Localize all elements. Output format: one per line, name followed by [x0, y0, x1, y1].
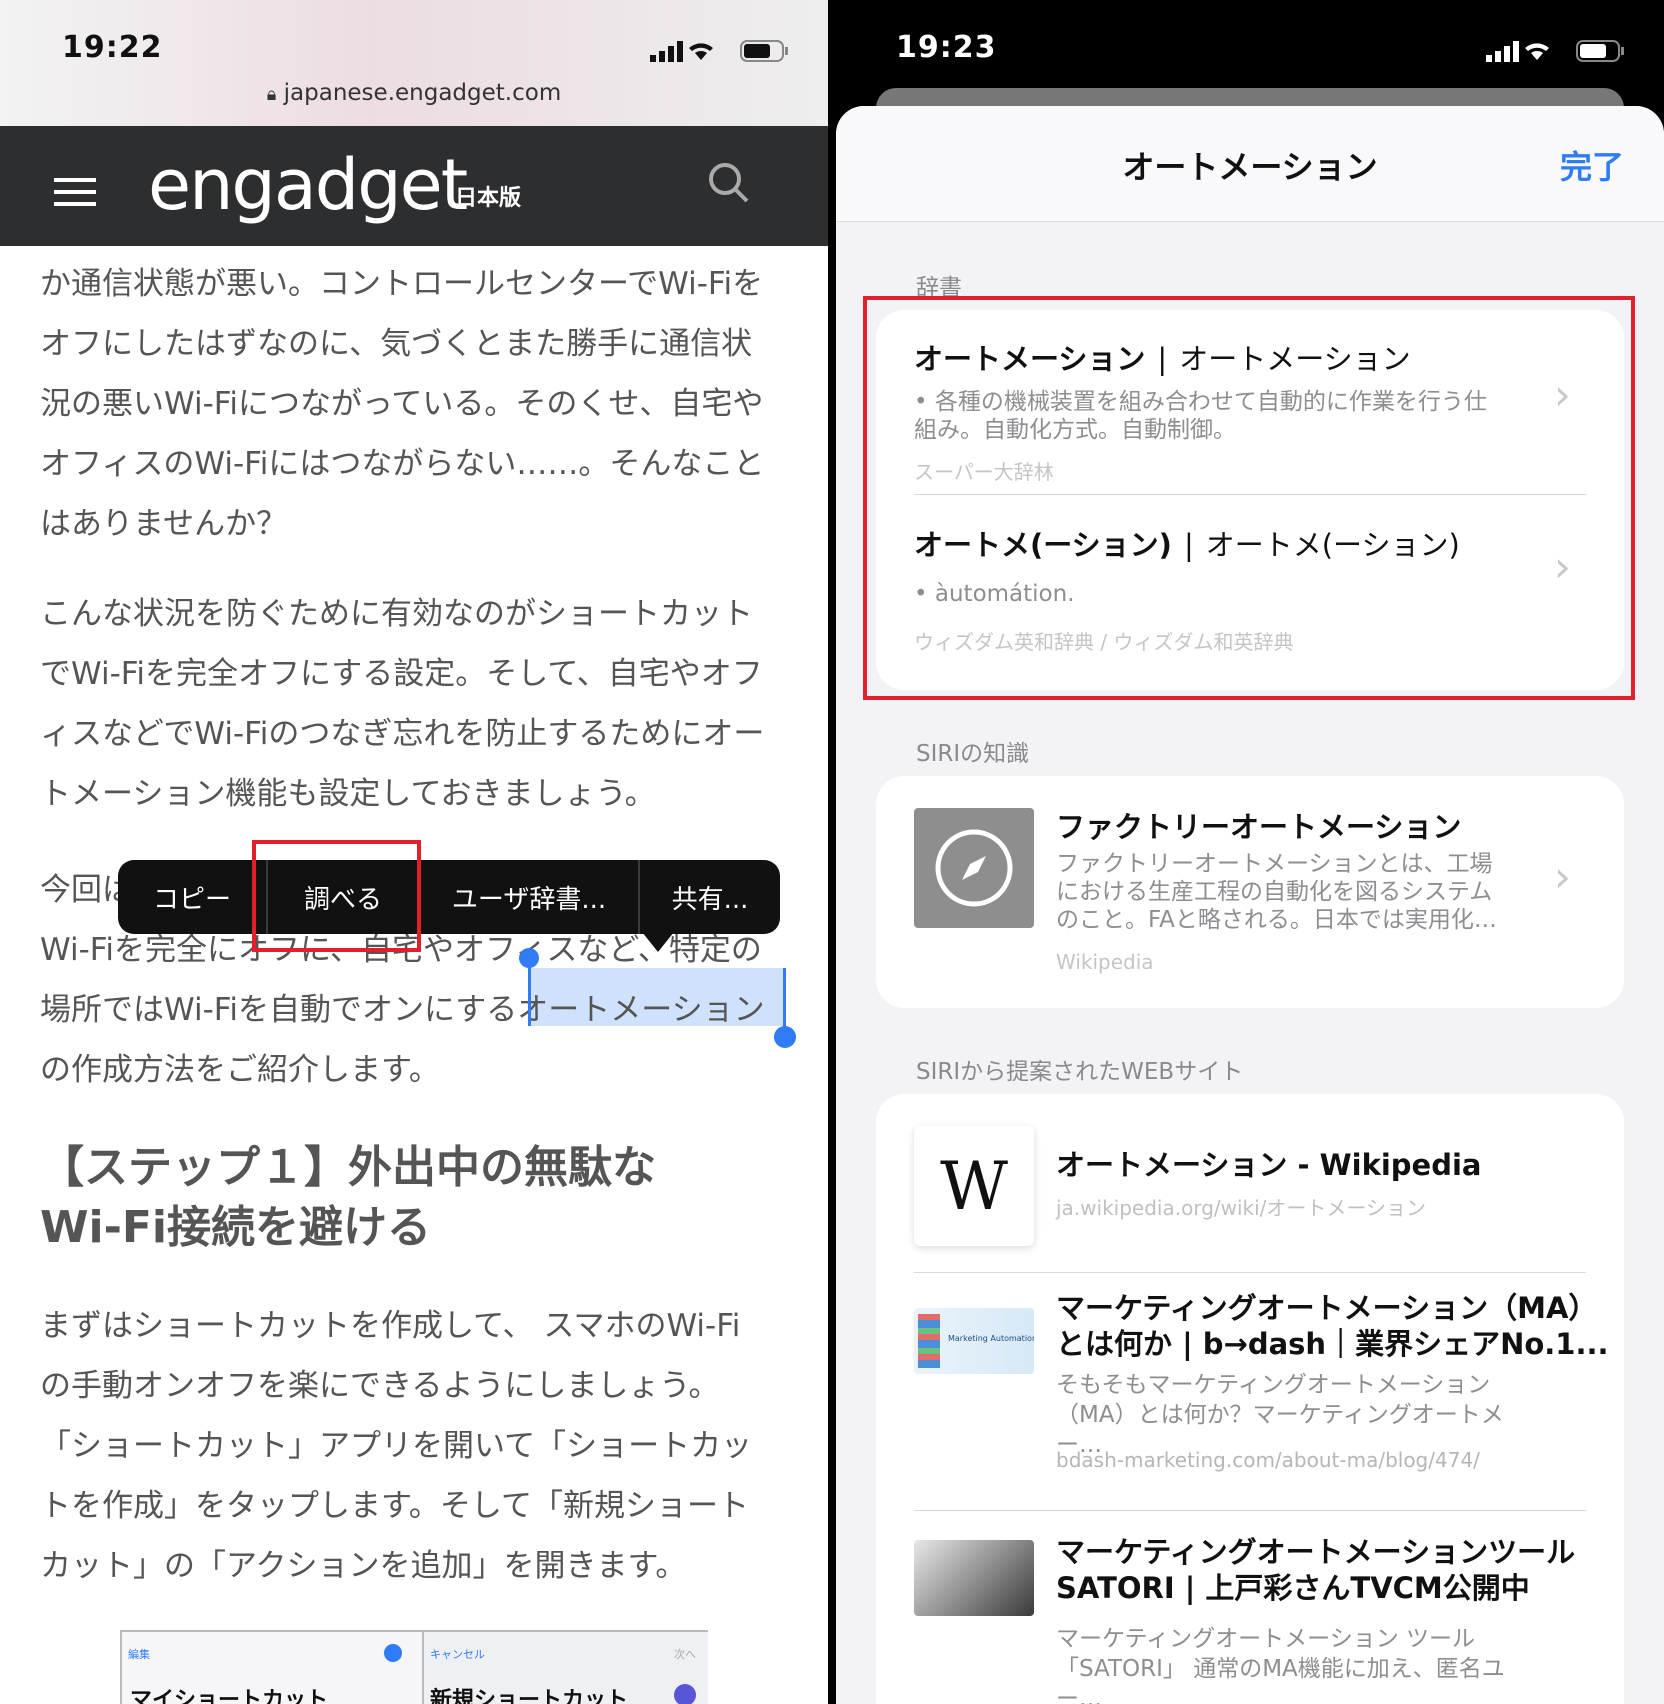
article-paragraph: まずはショートカットを作成して、 スマホのWi-Fi の手動オンオフを楽にできるよ… — [40, 1308, 753, 1584]
siri-title: ファクトリーオートメーション — [1056, 810, 1462, 844]
lock-icon: 🔒︎ — [266, 84, 277, 105]
highlight-box — [252, 840, 421, 952]
website-url: bdash-marketing.com/about-ma/blog/474/ — [1056, 1448, 1480, 1472]
sheet-title: オートメーション — [1122, 148, 1378, 186]
safari-compass-icon — [914, 808, 1034, 928]
image-edit-label: 編集 — [128, 1648, 150, 1661]
highlight-box — [863, 296, 1635, 700]
lookup-sheet: オートメーション 完了 辞書 オートメーション | オートメーション • 各種の機械… — [836, 106, 1664, 1704]
website-description: そもそもマーケティングオートメーション （MA）とは何か？マーケティングオートメー… — [1056, 1372, 1504, 1458]
left-screenshot-safari: 19:22 🔒︎ japanese.engadget.com engadget … — [0, 0, 828, 1704]
edit-context-menu: コピー 調べる ユーザ辞書... 共有... — [118, 860, 780, 952]
website-title: オートメーション - Wikipedia — [1056, 1148, 1482, 1182]
siri-description: ファクトリーオートメーションとは、工場 における生産工程の自動化を図るシステム のこ… — [1056, 851, 1497, 933]
done-button[interactable]: 完了 — [1560, 142, 1624, 188]
siri-knowledge-card[interactable]: ファクトリーオートメーション ファクトリーオートメーションとは、工場 における生産… — [876, 776, 1624, 1008]
status-time: 19:23 — [896, 30, 997, 65]
plus-icon — [384, 1644, 402, 1662]
status-icons — [650, 40, 788, 62]
search-icon[interactable] — [708, 162, 750, 204]
status-icons — [1486, 40, 1624, 62]
chevron-right-icon: › — [1554, 852, 1571, 901]
engadget-logo[interactable]: engadget — [148, 144, 468, 226]
website-item[interactable]: Marketing Automation マーケティングオートメーション（MA）… — [876, 1274, 1624, 1510]
siri-knowledge-label: SIRIの知識 — [916, 741, 1030, 767]
website-url: ja.wikipedia.org/wiki/オートメーション — [1056, 1196, 1427, 1220]
user-dictionary-menu-item[interactable]: ユーザ辞書... — [420, 860, 638, 934]
selection-end-bar — [783, 968, 786, 1032]
section-heading: 【ステップ１】外出中の無駄な Wi-Fi接続を避ける — [40, 1142, 656, 1253]
selection-start-bar — [528, 960, 531, 1026]
selection-end-handle[interactable] — [774, 1026, 796, 1048]
url-text: japanese.engadget.com — [283, 80, 562, 106]
sheet-header: オートメーション 完了 — [836, 106, 1664, 222]
url-field[interactable]: 🔒︎ japanese.engadget.com — [0, 80, 828, 106]
wikipedia-icon: W — [914, 1126, 1034, 1246]
article-paragraph: こんな状況を防ぐために有効なのがショートカット でWi-Fiを完全オフにする設定。… — [40, 596, 765, 812]
site-header: engadget 日本版 — [0, 126, 828, 246]
siri-source: Wikipedia — [1056, 950, 1154, 974]
hamburger-icon[interactable] — [54, 178, 96, 206]
share-menu-item[interactable]: 共有... — [640, 860, 780, 934]
image-right-title: 新規ショートカット — [430, 1688, 629, 1704]
website-item[interactable]: W オートメーション - Wikipedia ja.wikipedia.org/… — [876, 1094, 1624, 1274]
website-title: マーケティングオートメーションツール SATORI | 上戸彩さんTVCM公開中 — [1056, 1535, 1576, 1605]
website-item[interactable]: マーケティングオートメーションツール SATORI | 上戸彩さんTVCM公開中 … — [876, 1512, 1624, 1704]
image-next-label: 次へ — [674, 1648, 696, 1661]
status-time: 19:22 — [62, 30, 163, 65]
row-divider — [914, 1272, 1586, 1273]
selected-text: オートメーション — [517, 992, 765, 1028]
logo-subtitle: 日本版 — [455, 186, 522, 211]
more-icon — [674, 1684, 696, 1704]
menu-pointer — [642, 932, 674, 952]
satori-thumbnail — [914, 1540, 1034, 1616]
copy-menu-item[interactable]: コピー — [118, 860, 266, 934]
websites-card: W オートメーション - Wikipedia ja.wikipedia.org/… — [876, 1094, 1624, 1704]
website-description: マーケティングオートメーション ツール 「SATORI」 通常のMA機能に加え、匿… — [1056, 1626, 1505, 1704]
website-title: マーケティングオートメーション（MA） とは何か | b→dash｜業界シェアNo… — [1056, 1291, 1609, 1361]
article-image: 編集 マイショートカット キャンセル 次へ 新規ショートカット — [120, 1630, 708, 1704]
marketing-automation-thumbnail: Marketing Automation — [914, 1308, 1034, 1374]
row-divider — [914, 1510, 1586, 1511]
article-paragraph: か通信状態が悪い。コントロールセンターでWi-Fiを オフにしたはずなのに、気づく… — [40, 266, 765, 542]
image-cancel-label: キャンセル — [430, 1648, 485, 1661]
image-left-title: マイショートカット — [130, 1688, 329, 1704]
right-screenshot-lookup: 19:23 オートメーション 完了 辞書 オートメーション | オートメーション •… — [836, 0, 1664, 1704]
siri-websites-label: SIRIから提案されたWEBサイト — [916, 1059, 1244, 1085]
